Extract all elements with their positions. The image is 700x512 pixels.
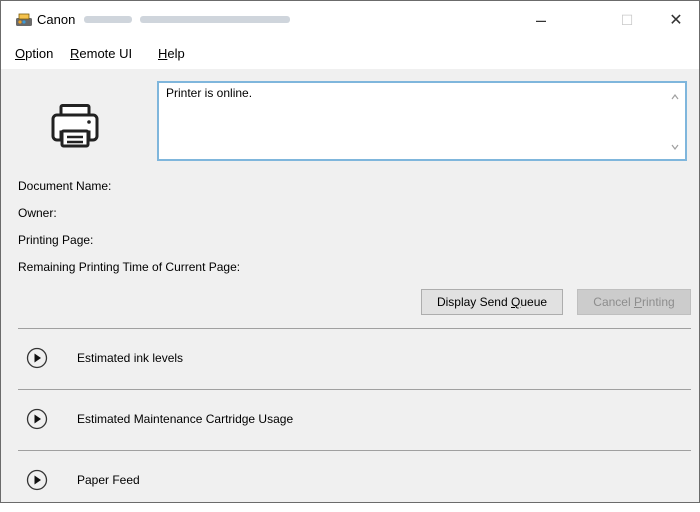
title-bar[interactable]: Canon – ☐ ✕	[1, 1, 699, 39]
button-label: rinting	[642, 295, 675, 309]
section-estimated-ink-levels[interactable]: Estimated ink levels	[18, 332, 691, 390]
expand-arrow-icon[interactable]	[26, 347, 48, 369]
expand-arrow-icon[interactable]	[26, 408, 48, 430]
section-divider	[18, 450, 691, 451]
status-scrollbar[interactable]	[667, 83, 685, 159]
section-label: Estimated Maintenance Cartridge Usage	[77, 412, 294, 426]
menu-mnemonic: R	[70, 46, 80, 61]
menu-option[interactable]: Option	[15, 46, 53, 61]
scroll-up-icon[interactable]	[671, 93, 679, 101]
display-send-queue-button[interactable]: Display Send Queue	[421, 289, 563, 315]
maximize-icon: ☐	[620, 11, 634, 28]
menu-bar: Option Remote UI Help	[1, 39, 699, 69]
redacted-device-address	[140, 16, 290, 23]
redacted-model-name	[84, 16, 132, 23]
menu-mnemonic: H	[158, 46, 168, 61]
minimize-icon: –	[535, 9, 546, 30]
button-mnemonic: Q	[511, 295, 521, 309]
printing-page-label: Printing Page:	[18, 233, 94, 247]
document-name-label: Document Name:	[18, 179, 112, 193]
menu-mnemonic: O	[15, 46, 26, 61]
maximize-button[interactable]: ☐	[604, 1, 650, 39]
button-mnemonic: P	[633, 295, 642, 309]
close-button[interactable]: ✕	[653, 1, 699, 39]
button-label: Cancel	[593, 295, 634, 309]
minimize-button[interactable]: –	[518, 1, 564, 39]
button-label: ueue	[520, 295, 548, 309]
section-divider	[18, 389, 691, 390]
section-label: Paper Feed	[77, 473, 140, 487]
remaining-time-label: Remaining Printing Time of Current Page:	[18, 260, 241, 274]
menu-remote-ui[interactable]: Remote UI	[70, 46, 132, 61]
owner-label: Owner:	[18, 206, 57, 220]
section-label: Estimated ink levels	[77, 351, 184, 365]
printer-status-window: Canon – ☐ ✕ Option Remote UI Help Printe…	[0, 0, 700, 503]
printer-icon	[51, 104, 99, 148]
menu-help[interactable]: Help	[158, 46, 185, 61]
status-message: Printer is online.	[166, 86, 253, 100]
button-label: Display Send	[436, 295, 511, 309]
section-paper-feed[interactable]: Paper Feed	[18, 454, 691, 512]
expand-arrow-icon[interactable]	[26, 469, 48, 491]
close-icon: ✕	[669, 12, 683, 29]
status-message-box[interactable]: Printer is online.	[157, 81, 687, 161]
window-title-brand: Canon	[37, 12, 76, 27]
menu-label: emote UI	[79, 46, 133, 61]
section-maintenance-cartridge-usage[interactable]: Estimated Maintenance Cartridge Usage	[18, 393, 691, 451]
canon-app-icon	[16, 13, 32, 26]
section-divider	[18, 328, 691, 329]
menu-label: elp	[167, 46, 185, 61]
menu-label: ption	[25, 46, 54, 61]
scroll-down-icon[interactable]	[671, 143, 679, 151]
cancel-printing-button[interactable]: Cancel Printing	[577, 289, 691, 315]
